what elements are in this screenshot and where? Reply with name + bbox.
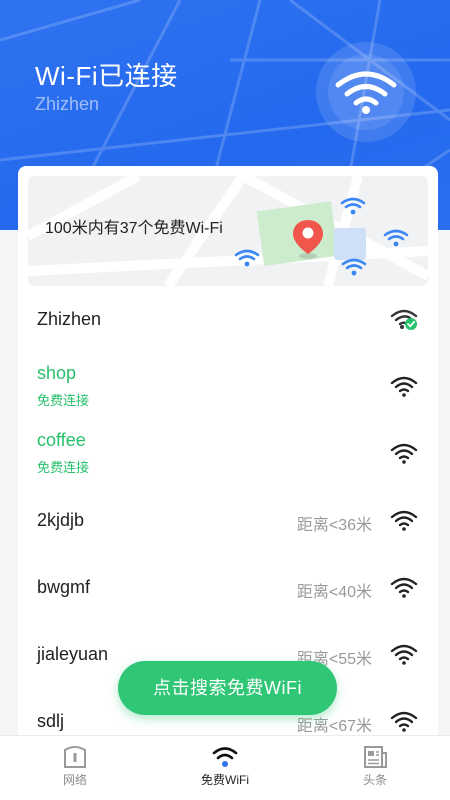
- connected-ssid: Zhizhen: [35, 94, 100, 114]
- tab-label: 头条: [362, 773, 387, 787]
- list-item[interactable]: shop 免费连接: [18, 353, 438, 420]
- tab-free-wifi[interactable]: 免费WiFi: [150, 736, 300, 800]
- wifi-icon: [390, 510, 418, 531]
- list-item[interactable]: bwgmf 距离<40米: [18, 554, 438, 621]
- network-name: coffee: [37, 430, 86, 450]
- wifi-icon: [341, 258, 367, 276]
- wifi-icon: [383, 229, 409, 247]
- tab-label: 免费WiFi: [201, 773, 249, 787]
- tab-network[interactable]: 网络: [0, 736, 150, 800]
- network-name: 2kjdjb: [37, 510, 85, 530]
- network-distance: 距离<67米: [296, 718, 372, 735]
- free-connect-label: 免费连接: [37, 460, 90, 475]
- wifi-icon: [390, 644, 418, 665]
- wifi-icon: [390, 577, 418, 598]
- news-icon: [364, 746, 387, 768]
- tab-news[interactable]: 头条: [300, 736, 450, 800]
- network-distance: 距离<36米: [296, 517, 372, 534]
- search-free-wifi-button[interactable]: 点击搜索免费WiFi: [118, 661, 337, 715]
- wifi-connected-icon: [390, 309, 418, 330]
- wifi-icon: [340, 197, 366, 215]
- connection-status-title: Wi-Fi已连接: [35, 61, 178, 91]
- wifi-icon: [390, 711, 418, 732]
- nearby-wifi-count: 100米内有37个免费Wi-Fi: [45, 220, 223, 237]
- list-item[interactable]: 2kjdjb 距离<36米: [18, 487, 438, 554]
- network-icon: [64, 746, 86, 768]
- network-name: shop: [37, 363, 77, 383]
- wifi-icon: [390, 376, 418, 397]
- free-connect-label: 免费连接: [37, 393, 90, 408]
- wifi-status-badge: [316, 42, 416, 142]
- nearby-wifi-map[interactable]: 100米内有37个免费Wi-Fi: [28, 176, 428, 286]
- list-item[interactable]: coffee 免费连接: [18, 420, 438, 487]
- wifi-icon: [390, 443, 418, 464]
- network-name: sdlj: [37, 711, 65, 731]
- network-distance: 距离<40米: [296, 584, 372, 601]
- tab-label: 网络: [62, 773, 87, 787]
- network-name: bwgmf: [37, 577, 91, 597]
- wifi-icon: [234, 249, 260, 267]
- network-name: Zhizhen: [37, 309, 102, 329]
- list-item[interactable]: Zhizhen: [18, 286, 438, 353]
- wifi-icon: [212, 747, 238, 767]
- network-name: jialeyuan: [37, 644, 109, 664]
- wifi-icon: [335, 71, 397, 114]
- bottom-tab-bar: 网络 免费WiFi 头条: [0, 735, 450, 800]
- location-pin-icon: [293, 220, 323, 259]
